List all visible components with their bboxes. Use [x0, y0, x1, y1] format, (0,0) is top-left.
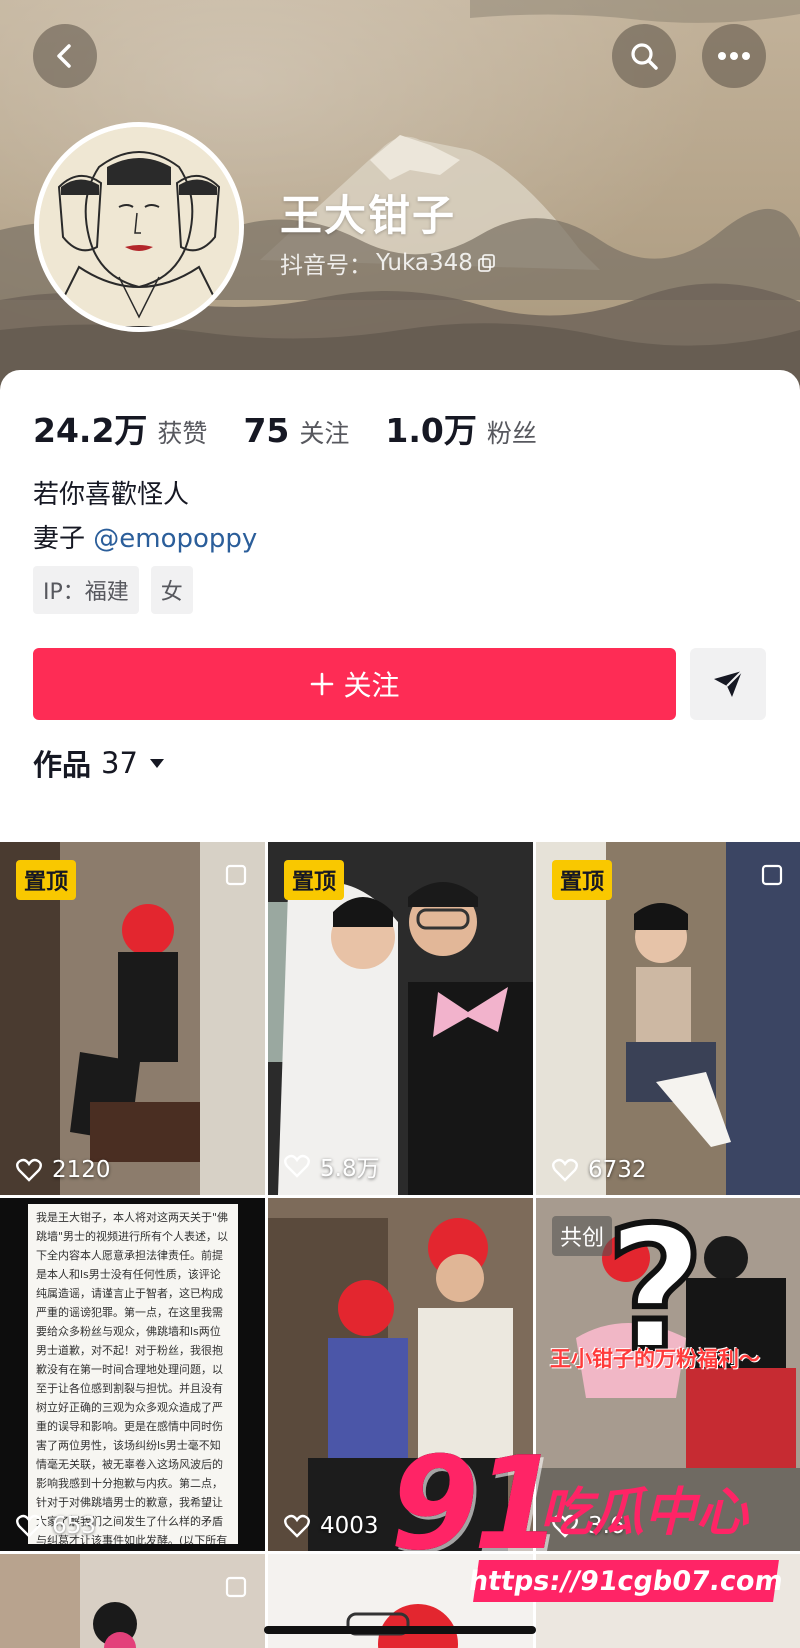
follow-button[interactable]: 关注	[33, 648, 676, 720]
douyin-id-value: Yuka348	[376, 250, 473, 276]
pinned-badge: 置顶	[552, 860, 613, 900]
document-text: 我是王大钳子，本人将对这两天关于"佛跳墙"男士的视频进行所有个人表述，以下全内容…	[36, 1211, 229, 1544]
back-button[interactable]	[33, 24, 97, 88]
site-watermark: 91 吃瓜中心 https://91cgb07.com	[390, 1430, 790, 1620]
document-image: 我是王大钳子，本人将对这两天关于"佛跳墙"男士的视频进行所有个人表述，以下全内容…	[28, 1204, 238, 1544]
video-tile[interactable]: 我是王大钳子，本人将对这两天关于"佛跳墙"男士的视频进行所有个人表述，以下全内容…	[0, 1198, 265, 1551]
video-overlay-text: 王小钳子的万粉福利～	[550, 1347, 760, 1371]
stat-following[interactable]: 75 关注	[243, 411, 349, 450]
like-count: 5.8万	[320, 1156, 380, 1182]
like-count-row: 6732	[552, 1157, 647, 1183]
caret-down-icon	[149, 759, 164, 768]
like-count-row: 2120	[16, 1157, 111, 1183]
co-create-badge: 共创	[552, 1216, 613, 1256]
like-count-row: 653	[16, 1513, 96, 1539]
douyin-id-label: 抖音号：	[280, 253, 372, 279]
like-count: 2120	[52, 1157, 111, 1183]
following-label: 关注	[299, 419, 350, 448]
followers-label: 粉丝	[486, 419, 537, 448]
works-label: 作品	[33, 748, 92, 782]
multi-image-icon	[225, 1576, 247, 1598]
heart-icon	[16, 1514, 42, 1538]
multi-image-icon	[761, 864, 783, 886]
mention-link[interactable]: @emopoppy	[93, 524, 257, 554]
message-button[interactable]	[690, 648, 766, 720]
like-count-row: 5.8万	[284, 1149, 380, 1183]
video-tile[interactable]: 置顶 2120	[0, 842, 265, 1195]
copy-icon[interactable]	[477, 253, 497, 273]
watermark-logo-number: 91	[390, 1430, 562, 1579]
follow-label: 关注	[343, 669, 400, 702]
heart-icon	[552, 1158, 578, 1182]
following-count: 75	[243, 411, 290, 450]
likes-label: 获赞	[157, 419, 208, 448]
likes-count: 24.2万	[33, 411, 148, 450]
more-dots-icon	[718, 52, 750, 60]
followers-count: 1.0万	[385, 411, 477, 450]
pinned-badge: 置顶	[16, 860, 77, 900]
works-tab[interactable]: 作品 37	[33, 742, 166, 784]
like-count: 653	[52, 1513, 96, 1539]
tag-ip: IP：福建	[33, 566, 139, 614]
search-button[interactable]	[612, 24, 676, 88]
more-button[interactable]	[702, 24, 766, 88]
bio-line-2: 妻子 @emopoppy	[33, 518, 257, 555]
video-tile[interactable]: 置顶 5.8万	[268, 842, 533, 1195]
search-icon	[631, 43, 658, 70]
heart-icon	[284, 1514, 310, 1538]
watermark-title: 吃瓜中心	[540, 1483, 749, 1543]
avatar-line-drawing	[39, 127, 239, 327]
heart-icon	[284, 1154, 310, 1178]
home-indicator	[264, 1626, 536, 1634]
bio-prefix: 妻子	[33, 524, 94, 554]
bio-line-1: 若你喜歡怪人	[33, 480, 190, 510]
avatar[interactable]	[34, 122, 244, 332]
plus-icon	[311, 672, 334, 696]
profile-banner: 王大钳子 抖音号： Yuka348	[0, 0, 800, 400]
video-tile[interactable]: 置顶 6732	[536, 842, 800, 1195]
send-icon	[714, 670, 743, 697]
stat-likes[interactable]: 24.2万 获赞	[33, 404, 207, 452]
like-count-row: 4003	[284, 1513, 379, 1539]
chevron-left-icon	[57, 44, 71, 68]
video-tile[interactable]	[0, 1554, 265, 1648]
pinned-badge: 置顶	[284, 860, 345, 900]
profile-tags: IP：福建 女	[33, 566, 193, 614]
works-count: 37	[101, 746, 138, 780]
profile-name: 王大钳子	[280, 191, 457, 240]
video-thumbnail	[0, 1554, 265, 1648]
multi-image-icon	[225, 864, 247, 886]
tag-gender: 女	[150, 566, 193, 614]
like-count: 4003	[320, 1513, 379, 1539]
stat-followers[interactable]: 1.0万 粉丝	[385, 404, 536, 452]
stats-row: 24.2万 获赞 75 关注 1.0万 粉丝	[33, 404, 573, 452]
heart-icon	[16, 1158, 42, 1182]
douyin-id-row[interactable]: 抖音号： Yuka348	[280, 246, 497, 280]
watermark-url: https://91cgb07.com	[467, 1560, 785, 1602]
like-count: 6732	[588, 1157, 647, 1183]
